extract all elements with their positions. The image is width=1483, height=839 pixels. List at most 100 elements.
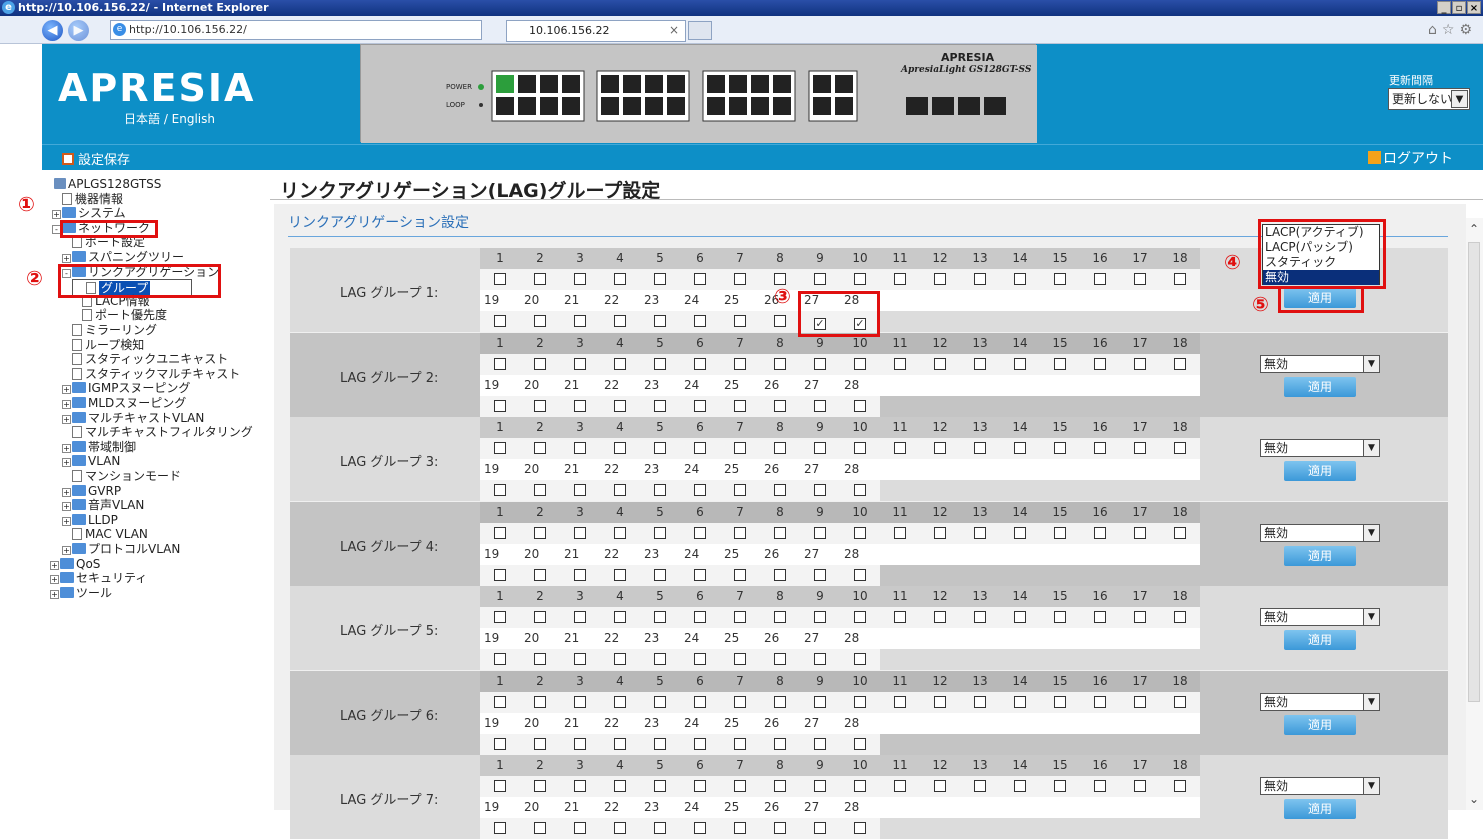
back-button[interactable]: ◀ <box>42 20 63 41</box>
port-checkbox[interactable] <box>1094 273 1106 285</box>
port-checkbox[interactable] <box>894 273 906 285</box>
port-checkbox[interactable] <box>1174 695 1186 708</box>
port-checkbox[interactable] <box>734 780 746 792</box>
port-checkbox[interactable] <box>614 653 626 665</box>
port-checkbox[interactable] <box>734 611 746 623</box>
port-checkbox[interactable] <box>854 484 866 496</box>
port-checkbox[interactable] <box>574 357 586 370</box>
port-checkbox[interactable] <box>574 653 586 665</box>
tree-item[interactable]: マンションモード <box>62 469 181 483</box>
port-checkbox[interactable] <box>694 442 706 454</box>
tree-item[interactable]: + 帯域制御 <box>62 440 136 454</box>
port-checkbox[interactable] <box>774 695 786 708</box>
port-checkbox[interactable] <box>494 611 506 623</box>
port-checkbox[interactable] <box>734 695 746 708</box>
port-checkbox[interactable] <box>574 611 586 623</box>
port-checkbox[interactable] <box>894 695 906 708</box>
tree-item[interactable]: + プロトコルVLAN <box>62 542 180 556</box>
port-checkbox[interactable] <box>814 780 826 792</box>
port-checkbox[interactable] <box>934 611 946 623</box>
lag-mode-select[interactable]: 無効 ▼ <box>1260 777 1380 795</box>
port-checkbox[interactable] <box>534 526 546 539</box>
port-checkbox[interactable] <box>1094 611 1106 623</box>
scroll-thumb[interactable] <box>1468 242 1480 702</box>
port-checkbox[interactable] <box>534 822 546 834</box>
port-checkbox[interactable] <box>654 273 666 285</box>
scroll-up-icon[interactable]: ⌃ <box>1469 222 1479 236</box>
port-checkbox[interactable] <box>1054 273 1066 285</box>
tree-item[interactable]: + セキュリティ <box>50 571 147 585</box>
tree-item[interactable]: + マルチキャストVLAN <box>62 411 204 425</box>
port-checkbox[interactable] <box>774 484 786 496</box>
port-checkbox[interactable] <box>534 484 546 496</box>
port-checkbox[interactable] <box>694 653 706 665</box>
tree-item[interactable]: ミラーリング <box>62 323 157 337</box>
apply-button[interactable]: 適用 <box>1284 461 1356 481</box>
port-checkbox[interactable] <box>574 695 586 708</box>
port-checkbox[interactable] <box>1014 526 1026 539</box>
chevron-down-icon[interactable]: ▼ <box>1363 440 1379 456</box>
port-checkbox[interactable] <box>534 780 546 792</box>
chevron-down-icon[interactable]: ▼ <box>1363 693 1379 710</box>
apply-button[interactable]: 適用 <box>1284 376 1356 397</box>
port-checkbox[interactable] <box>534 653 546 665</box>
port-checkbox[interactable] <box>694 568 706 581</box>
port-checkbox[interactable] <box>694 315 706 327</box>
port-checkbox[interactable] <box>1134 695 1146 708</box>
expand-icon[interactable]: + <box>62 502 71 512</box>
port-checkbox[interactable] <box>494 399 506 412</box>
port-checkbox[interactable] <box>654 315 666 327</box>
port-checkbox[interactable] <box>494 484 506 496</box>
port-checkbox[interactable] <box>494 653 506 665</box>
port-checkbox[interactable] <box>774 737 786 750</box>
port-checkbox[interactable] <box>854 399 866 412</box>
tree-item[interactable]: + スパニングツリー <box>62 250 184 264</box>
port-checkbox[interactable] <box>694 526 706 539</box>
port-checkbox[interactable] <box>574 822 586 834</box>
port-checkbox[interactable] <box>494 780 506 792</box>
port-checkbox[interactable] <box>654 737 666 750</box>
port-checkbox[interactable] <box>494 315 506 327</box>
port-checkbox[interactable] <box>694 695 706 708</box>
refresh-interval-select[interactable]: 更新しない ▼ <box>1388 88 1470 110</box>
expand-icon[interactable]: + <box>62 458 71 468</box>
expand-icon[interactable]: + <box>62 254 71 263</box>
port-checkbox[interactable] <box>854 611 866 623</box>
port-checkbox[interactable] <box>1014 273 1026 285</box>
port-checkbox[interactable] <box>934 526 946 539</box>
port-checkbox[interactable] <box>814 442 826 454</box>
port-checkbox[interactable] <box>734 399 746 412</box>
port-checkbox[interactable] <box>494 357 506 370</box>
port-checkbox[interactable] <box>574 780 586 792</box>
port-checkbox[interactable] <box>614 399 626 412</box>
port-checkbox[interactable] <box>854 780 866 792</box>
expand-icon[interactable]: + <box>62 400 71 409</box>
port-checkbox[interactable] <box>814 273 826 285</box>
port-checkbox[interactable] <box>574 273 586 285</box>
apply-button[interactable]: 適用 <box>1284 799 1356 819</box>
expand-icon[interactable]: + <box>50 575 59 585</box>
vertical-scrollbar[interactable]: ⌃ ⌄ <box>1466 218 1483 810</box>
lag-mode-select[interactable]: 無効 ▼ <box>1260 523 1380 542</box>
chevron-down-icon[interactable]: ▼ <box>1363 778 1379 794</box>
port-checkbox[interactable] <box>774 822 786 834</box>
port-checkbox[interactable] <box>614 780 626 792</box>
port-checkbox[interactable] <box>854 526 866 539</box>
port-checkbox[interactable] <box>694 611 706 623</box>
port-checkbox[interactable] <box>814 695 826 708</box>
port-checkbox[interactable] <box>1054 442 1066 454</box>
port-checkbox[interactable] <box>1174 526 1186 539</box>
port-checkbox[interactable] <box>694 273 706 285</box>
save-config-button[interactable]: 設定保存 <box>62 149 130 168</box>
port-checkbox[interactable] <box>774 442 786 454</box>
port-checkbox[interactable] <box>694 399 706 412</box>
port-checkbox[interactable] <box>654 568 666 581</box>
port-checkbox[interactable] <box>774 568 786 581</box>
tree-item[interactable]: + システム <box>52 206 126 220</box>
tree-item[interactable]: + VLAN <box>62 454 120 468</box>
expand-icon[interactable]: + <box>62 516 71 526</box>
tree-item[interactable]: 機器情報 <box>52 192 123 206</box>
port-checkbox[interactable] <box>574 315 586 327</box>
port-checkbox[interactable] <box>1134 357 1146 370</box>
port-checkbox[interactable] <box>614 737 626 750</box>
